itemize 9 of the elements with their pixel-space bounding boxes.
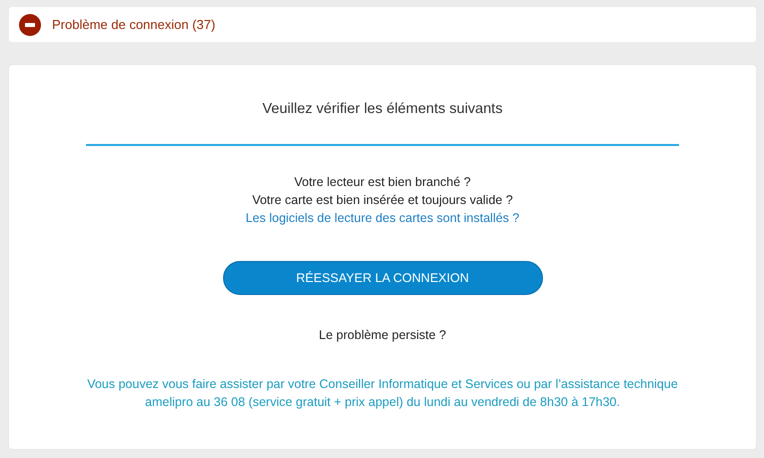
alert-title: Problème de connexion (37) <box>52 17 216 32</box>
retry-button[interactable]: RÉESSAYER LA CONNEXION <box>222 261 542 295</box>
help-link[interactable]: Les logiciels de lecture des cartes sont installés ? <box>246 211 520 225</box>
check-question: Votre lecteur est bien branché ? <box>294 175 471 189</box>
persist-text: Le problème persiste ? <box>318 328 446 342</box>
panel-heading: Veuillez vérifier les éléments suivants <box>262 101 503 117</box>
help-text: Vous pouvez vous faire assister par votre Conseiller Informatique et Services ou par l’assistance technique amelipro au 36 08 (service gratuit + prix appel) du lundi au vendredi de 8h30 à 17h30. <box>86 376 679 411</box>
check-question: Votre carte est bien insérée et toujours valide ? <box>252 193 513 207</box>
minus-circle-icon <box>19 14 41 36</box>
